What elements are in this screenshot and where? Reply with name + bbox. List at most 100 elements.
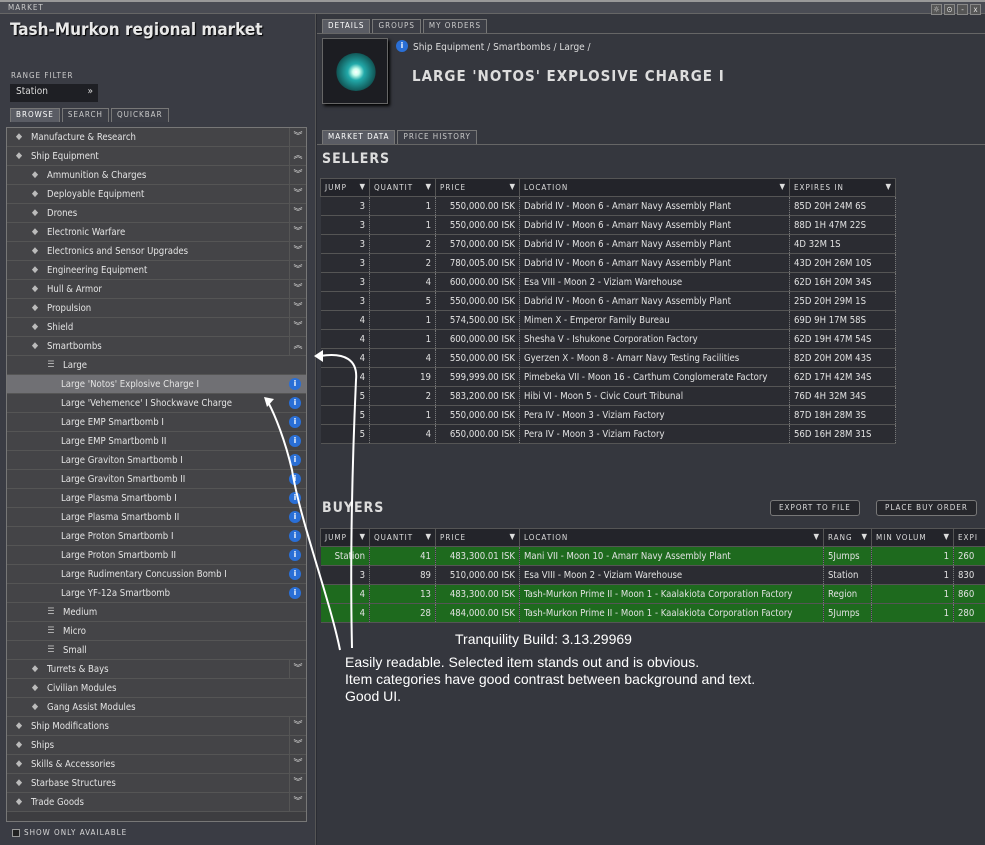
tab-details[interactable]: DETAILS (322, 19, 371, 33)
sort-arrow-icon[interactable]: ▼ (861, 532, 868, 541)
info-icon[interactable]: i (289, 378, 301, 390)
column-header[interactable]: MIN VOLUM ▼ (871, 528, 954, 547)
info-icon[interactable]: i (289, 416, 301, 428)
sort-arrow-icon[interactable]: ▼ (509, 182, 516, 191)
tree-item[interactable]: ◆ Electronic Warfare ︾ (7, 223, 306, 242)
seller-row[interactable]: 4 1 600,000.00 ISK Shesha V - Ishukone Corp… (320, 329, 896, 349)
tree-item[interactable]: ◆ Gang Assist Modules (7, 698, 306, 717)
tree-item[interactable]: ◆ Starbase Structures ︾ (7, 774, 306, 793)
sort-arrow-icon[interactable]: ▼ (943, 532, 950, 541)
tab-search[interactable]: SEARCH (61, 108, 109, 122)
show-only-available-checkbox[interactable]: SHOW ONLY AVAILABLE (12, 828, 127, 837)
export-to-file-button[interactable]: EXPORT TO FILE (770, 500, 860, 516)
tree-item[interactable]: ◆ Hull & Armor ︾ (7, 280, 306, 299)
column-header[interactable]: JUMP ▼ (320, 528, 370, 547)
info-icon[interactable]: i (289, 568, 301, 580)
window-titlebar[interactable]: MARKET ☼ ⊙ - x (0, 0, 985, 15)
tab-quickbar[interactable]: QUICKBAR (110, 108, 169, 122)
seller-row[interactable]: 3 2 570,000.00 ISK Dabrid IV - Moon 6 - Ama… (320, 234, 896, 254)
tree-item[interactable]: ◆ Ship Equipment ︽ (7, 147, 306, 166)
chevron-down-icon[interactable]: ︾ (289, 717, 306, 735)
sort-arrow-icon[interactable]: ▼ (359, 182, 366, 191)
tree-item[interactable]: ☰ Small (7, 641, 306, 660)
tree-item[interactable]: ◆ Ships ︾ (7, 736, 306, 755)
info-icon[interactable]: i (289, 454, 301, 466)
tree-item[interactable]: ◆ Ship Modifications ︾ (7, 717, 306, 736)
column-header[interactable]: QUANTIT ▼ (369, 528, 436, 547)
info-icon[interactable]: i (289, 397, 301, 409)
tree-item[interactable]: Large Plasma Smartbomb I i (7, 489, 306, 508)
chevron-down-icon[interactable]: ︾ (289, 166, 306, 184)
settings-button[interactable]: ⊙ (944, 4, 955, 15)
chevron-down-icon[interactable]: ︾ (289, 261, 306, 279)
chevron-down-icon[interactable]: ︾ (289, 280, 306, 298)
sort-arrow-icon[interactable]: ▼ (425, 182, 432, 191)
info-icon[interactable]: i (289, 492, 301, 504)
seller-row[interactable]: 4 1 574,500.00 ISK Mimen X - Emperor Family… (320, 310, 896, 330)
tree-item[interactable]: Large Rudimentary Concussion Bomb I i (7, 565, 306, 584)
buyer-row[interactable]: 4 28 484,000.00 ISK Tash-Murkon Prime II - … (320, 603, 985, 623)
info-icon[interactable]: i (396, 40, 408, 52)
tree-item[interactable]: ◆ Electronics and Sensor Upgrades ︾ (7, 242, 306, 261)
tree-item[interactable]: ◆ Ammunition & Charges ︾ (7, 166, 306, 185)
tree-item[interactable]: ◆ Propulsion ︾ (7, 299, 306, 318)
chevron-down-icon[interactable]: ︾ (289, 736, 306, 754)
tree-item[interactable]: Large Graviton Smartbomb II i (7, 470, 306, 489)
column-header[interactable]: EXPI▼ (953, 528, 985, 547)
chevron-down-icon[interactable]: ︾ (289, 318, 306, 336)
tab-my-orders[interactable]: MY ORDERS (422, 19, 488, 33)
sort-arrow-icon[interactable]: ▼ (885, 182, 892, 191)
chevron-up-icon[interactable]: ︽ (289, 337, 306, 355)
seller-row[interactable]: 5 1 550,000.00 ISK Pera IV - Moon 3 - Vizia… (320, 405, 896, 425)
chevron-down-icon[interactable]: ︾ (289, 755, 306, 773)
sort-arrow-icon[interactable]: ▼ (425, 532, 432, 541)
seller-row[interactable]: 5 2 583,200.00 ISK Hibi VI - Moon 5 - Civic… (320, 386, 896, 406)
column-header[interactable]: RANG ▼ (823, 528, 872, 547)
info-icon[interactable]: i (289, 435, 301, 447)
tree-item[interactable]: Large EMP Smartbomb I i (7, 413, 306, 432)
chevron-down-icon[interactable]: ︾ (289, 660, 306, 678)
info-icon[interactable]: i (289, 587, 301, 599)
sort-arrow-icon[interactable]: ▼ (813, 532, 820, 541)
chevron-down-icon[interactable]: ︾ (289, 223, 306, 241)
sort-arrow-icon[interactable]: ▼ (779, 182, 786, 191)
tree-item[interactable]: ☰ Large (7, 356, 306, 375)
tree-item[interactable]: Large Proton Smartbomb II i (7, 546, 306, 565)
pin-button[interactable]: ☼ (931, 4, 942, 15)
tree-item[interactable]: Large EMP Smartbomb II i (7, 432, 306, 451)
info-icon[interactable]: i (289, 530, 301, 542)
chevron-up-icon[interactable]: ︽ (289, 147, 306, 165)
seller-row[interactable]: 3 1 550,000.00 ISK Dabrid IV - Moon 6 - Ama… (320, 215, 896, 235)
tree-item[interactable]: Large 'Vehemence' I Shockwave Charge i (7, 394, 306, 413)
tree-item[interactable]: ◆ Deployable Equipment ︾ (7, 185, 306, 204)
chevron-down-icon[interactable]: ︾ (289, 204, 306, 222)
seller-row[interactable]: 3 4 600,000.00 ISK Esa VIII - Moon 2 - Vizi… (320, 272, 896, 292)
tree-item[interactable]: ◆ Turrets & Bays ︾ (7, 660, 306, 679)
range-filter-select[interactable]: Station » (10, 84, 98, 102)
chevron-down-icon[interactable]: ︾ (289, 774, 306, 792)
chevron-down-icon[interactable]: ︾ (289, 128, 306, 146)
tab-market-data[interactable]: MARKET DATA (322, 130, 396, 144)
tree-item[interactable]: Large Graviton Smartbomb I i (7, 451, 306, 470)
close-button[interactable]: x (970, 4, 981, 15)
chevron-down-icon[interactable]: ︾ (289, 299, 306, 317)
minimize-button[interactable]: - (957, 4, 968, 15)
column-header[interactable]: PRICE ▼ (435, 178, 520, 197)
tree-item[interactable]: Large 'Notos' Explosive Charge I i (7, 375, 306, 394)
buyer-row[interactable]: Station 41 483,300.01 ISK Mani VII - Moon 1… (320, 546, 985, 566)
info-icon[interactable]: i (289, 473, 301, 485)
seller-row[interactable]: 5 4 650,000.00 ISK Pera IV - Moon 3 - Vizia… (320, 424, 896, 444)
chevron-down-icon[interactable]: ︾ (289, 185, 306, 203)
tree-item[interactable]: ◆ Drones ︾ (7, 204, 306, 223)
tree-item[interactable]: ☰ Medium (7, 603, 306, 622)
tree-item[interactable]: ◆ Engineering Equipment ︾ (7, 261, 306, 280)
column-header[interactable]: LOCATION ▼ (519, 528, 824, 547)
place-buy-order-button[interactable]: PLACE BUY ORDER (876, 500, 977, 516)
seller-row[interactable]: 4 4 550,000.00 ISK Gyerzen X - Moon 8 - Ama… (320, 348, 896, 368)
chevron-down-icon[interactable]: ︾ (289, 242, 306, 260)
tree-item[interactable]: Large Plasma Smartbomb II i (7, 508, 306, 527)
seller-row[interactable]: 3 2 780,005.00 ISK Dabrid IV - Moon 6 - Ama… (320, 253, 896, 273)
buyer-row[interactable]: 4 13 483,300.00 ISK Tash-Murkon Prime II - … (320, 584, 985, 604)
tree-item[interactable]: ◆ Smartbombs ︽ (7, 337, 306, 356)
info-icon[interactable]: i (289, 511, 301, 523)
